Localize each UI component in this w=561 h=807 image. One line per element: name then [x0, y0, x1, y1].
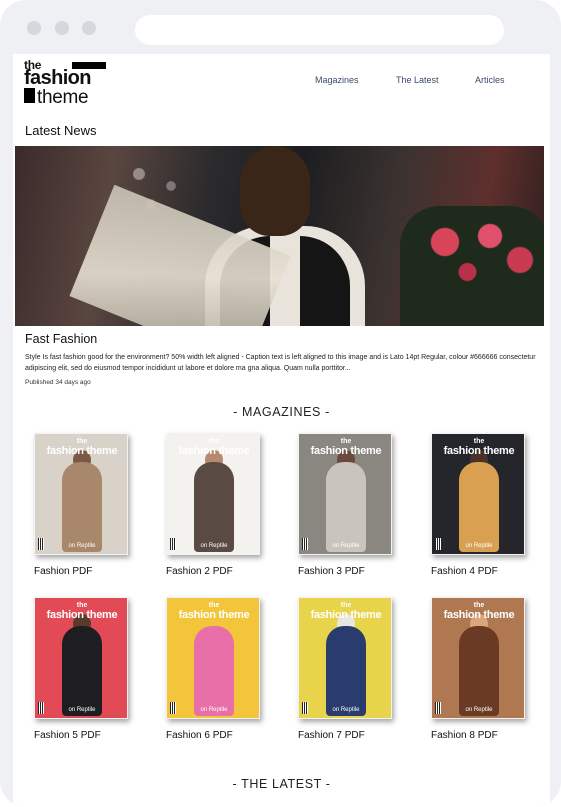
cover-model-figure — [326, 462, 366, 552]
magazine-download-link[interactable]: Fashion 3 PDF — [298, 566, 365, 577]
cover-model-figure — [194, 462, 234, 552]
cover-title-the: the — [473, 438, 485, 445]
featured-article-image[interactable] — [15, 146, 544, 326]
nav-link-magazines[interactable]: Magazines — [315, 75, 359, 85]
nav-link-the-latest[interactable]: The Latest — [396, 75, 439, 85]
cover-title-brand: fashion theme — [310, 445, 382, 457]
magazine-cover[interactable]: the fashion theme on Reptile — [431, 433, 525, 555]
magazine-download-link[interactable]: Fashion 4 PDF — [431, 566, 498, 577]
barcode-icon — [38, 538, 44, 550]
featured-article-published: Published 34 days ago — [25, 379, 91, 386]
cover-subtitle: on Reptile — [465, 543, 493, 549]
cover-subtitle: on Reptile — [200, 543, 228, 549]
cover-subtitle: on Reptile — [200, 707, 228, 713]
magazine-cover[interactable]: the fashion theme on Reptile — [298, 433, 392, 555]
cover-model-figure — [459, 462, 499, 552]
cover-title-brand: fashion theme — [310, 609, 382, 621]
browser-frame: the fashion theme Magazines The Latest A… — [0, 0, 561, 807]
magazine-cover[interactable]: the fashion theme on Reptile — [431, 597, 525, 719]
nav-link-articles[interactable]: Articles — [475, 75, 505, 85]
featured-article-excerpt: Style Is fast fashion good for the envir… — [25, 354, 536, 372]
featured-article-title[interactable]: Fast Fashion — [25, 332, 97, 346]
logo-text-theme: theme — [37, 87, 89, 108]
barcode-icon — [435, 538, 441, 550]
barcode-icon — [302, 702, 308, 714]
cover-subtitle: on Reptile — [68, 707, 96, 713]
cover-title-the: the — [208, 438, 220, 445]
browser-toolbar — [0, 0, 561, 54]
site-logo[interactable]: the fashion theme — [24, 58, 108, 108]
cover-title-brand: fashion theme — [443, 609, 515, 621]
cover-title-the: the — [473, 602, 485, 609]
barcode-icon — [302, 538, 308, 550]
cover-title-the: the — [340, 602, 352, 609]
barcode-icon — [435, 702, 441, 714]
hero-person-head — [240, 146, 310, 236]
cover-model-figure — [194, 626, 234, 716]
magazine-cover[interactable]: the fashion theme on Reptile — [166, 433, 260, 555]
the-latest-section-heading: - THE LATEST - — [232, 777, 331, 791]
magazine-download-link[interactable]: Fashion 2 PDF — [166, 566, 233, 577]
magazine-cover[interactable]: the fashion theme on Reptile — [34, 597, 128, 719]
magazine-cover[interactable]: the fashion theme on Reptile — [34, 433, 128, 555]
hero-flowers — [400, 206, 544, 326]
cover-model-figure — [62, 462, 102, 552]
window-close-dot[interactable] — [27, 21, 41, 35]
magazine-cover[interactable]: the fashion theme on Reptile — [166, 597, 260, 719]
magazine-download-link[interactable]: Fashion 6 PDF — [166, 730, 233, 741]
barcode-icon — [38, 702, 44, 714]
page-viewport: the fashion theme Magazines The Latest A… — [13, 54, 550, 807]
cover-title-the: the — [76, 438, 88, 445]
magazine-cover[interactable]: the fashion theme on Reptile — [298, 597, 392, 719]
cover-title-brand: fashion theme — [46, 609, 118, 621]
cover-title-the: the — [76, 602, 88, 609]
cover-model-figure — [459, 626, 499, 716]
barcode-icon — [170, 538, 176, 550]
cover-title-brand: fashion theme — [178, 445, 250, 457]
cover-title-brand: fashion theme — [178, 609, 250, 621]
window-minimize-dot[interactable] — [55, 21, 69, 35]
cover-subtitle: on Reptile — [332, 707, 360, 713]
logo-text-fashion: fashion — [24, 67, 92, 89]
cover-title-the: the — [340, 438, 352, 445]
magazine-download-link[interactable]: Fashion 7 PDF — [298, 730, 365, 741]
window-maximize-dot[interactable] — [82, 21, 96, 35]
cover-model-figure — [62, 626, 102, 716]
cover-subtitle: on Reptile — [332, 543, 360, 549]
magazine-download-link[interactable]: Fashion 5 PDF — [34, 730, 101, 741]
logo-square-shape — [24, 88, 35, 103]
cover-title-brand: fashion theme — [443, 445, 515, 457]
magazine-download-link[interactable]: Fashion 8 PDF — [431, 730, 498, 741]
cover-subtitle: on Reptile — [465, 707, 493, 713]
cover-subtitle: on Reptile — [68, 543, 96, 549]
latest-news-heading: Latest News — [25, 123, 97, 138]
cover-title-the: the — [208, 602, 220, 609]
cover-title-brand: fashion theme — [46, 445, 118, 457]
magazine-download-link[interactable]: Fashion PDF — [34, 566, 92, 577]
magazines-section-heading: - MAGAZINES - — [233, 405, 330, 419]
cover-model-figure — [326, 626, 366, 716]
address-bar[interactable] — [135, 15, 504, 45]
barcode-icon — [170, 702, 176, 714]
